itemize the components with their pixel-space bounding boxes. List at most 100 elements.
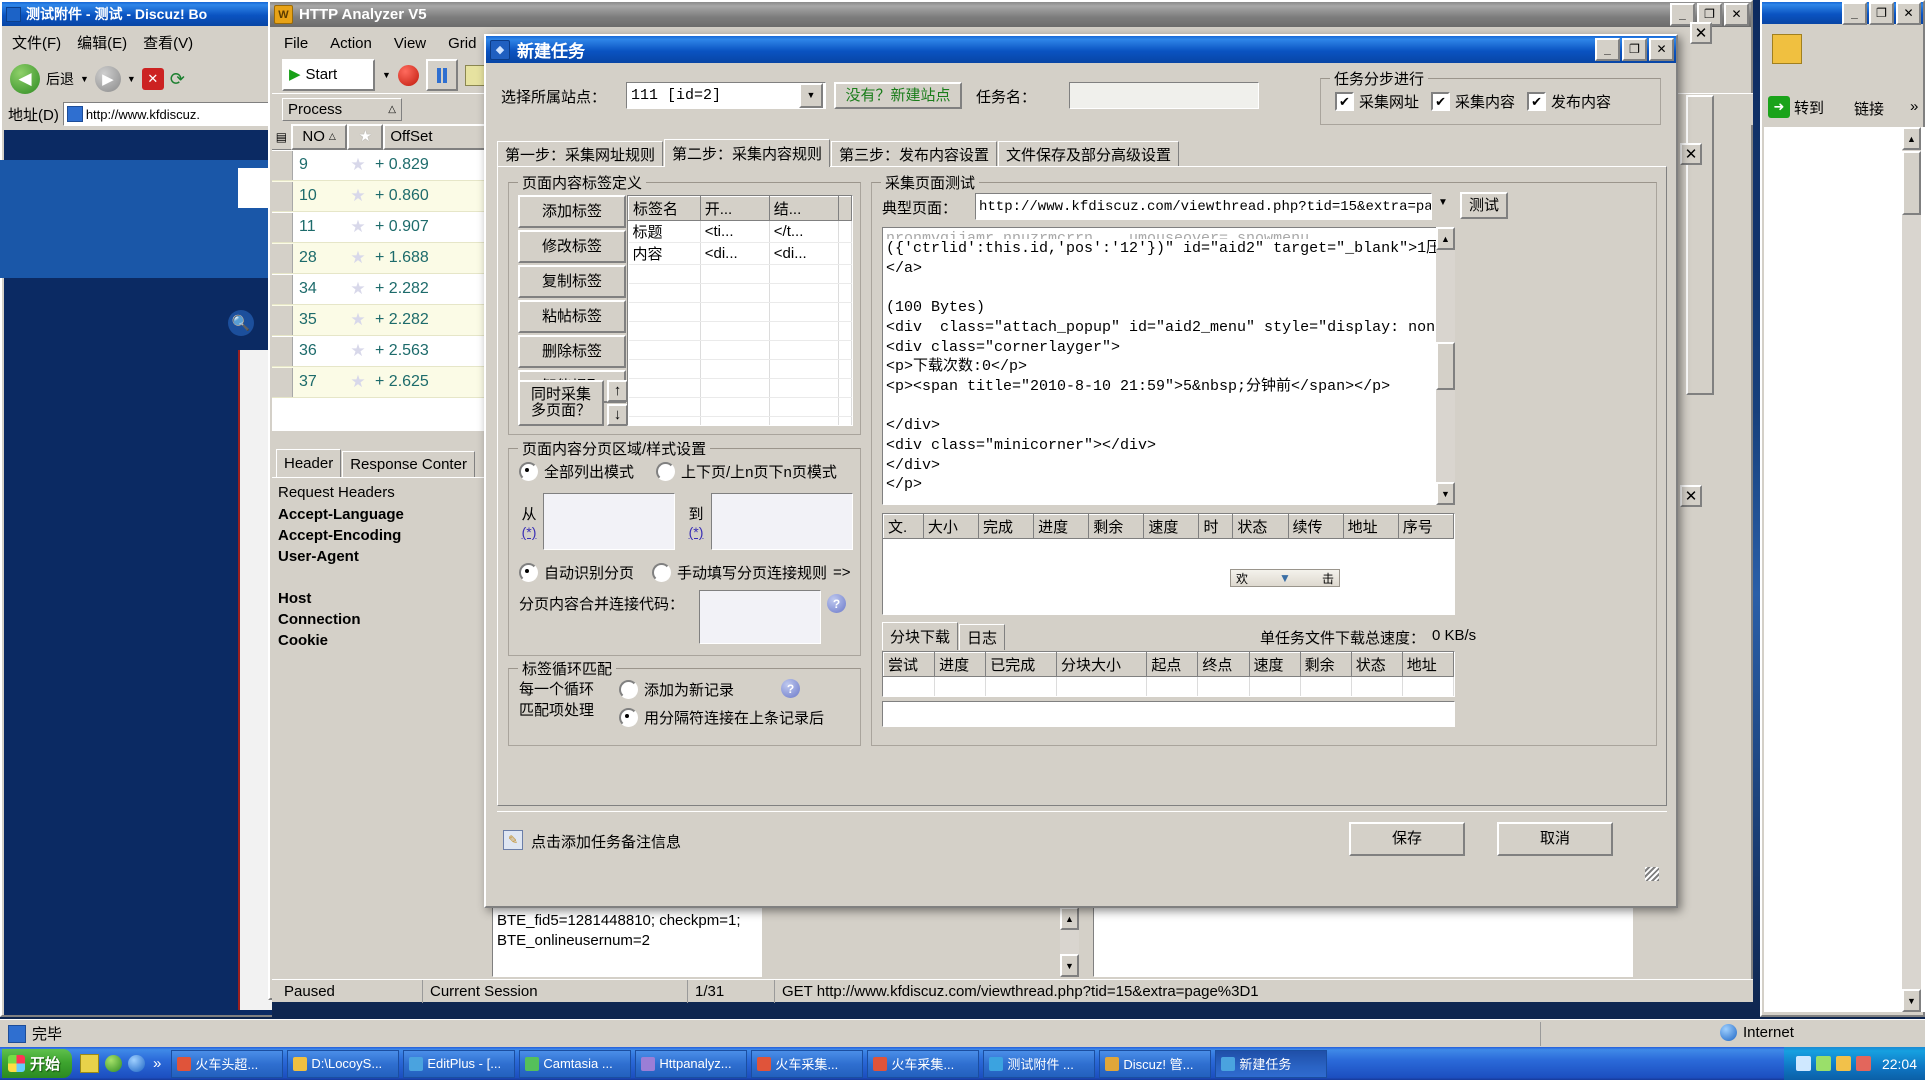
column-header[interactable]: 已完成 xyxy=(985,652,1057,677)
column-header[interactable]: 进度 xyxy=(1033,514,1090,539)
column-header[interactable]: 分块大小 xyxy=(1055,652,1148,677)
pause-button[interactable] xyxy=(425,59,458,91)
start-button[interactable]: ▶ Start xyxy=(282,59,375,91)
radio-join-previous[interactable] xyxy=(619,708,638,727)
grid-menu-icon[interactable]: ▤ xyxy=(272,126,291,148)
tab-step3[interactable]: 第三步：发布内容设置 xyxy=(831,141,998,167)
start-button[interactable]: 开始 xyxy=(2,1049,73,1078)
table-row[interactable]: 37 ★ + 2.625 xyxy=(272,367,490,398)
row-handle[interactable] xyxy=(272,243,293,273)
resize-grip[interactable] xyxy=(1645,867,1659,881)
quicklaunch-icon-3[interactable] xyxy=(128,1055,146,1072)
scroll-up-icon[interactable]: ▲ xyxy=(1436,227,1455,250)
table-row[interactable]: 11 ★ + 0.907 xyxy=(272,212,490,243)
table-row[interactable]: 标题 <ti... </t... xyxy=(628,220,852,243)
tab-chunk-download[interactable]: 分块下载 xyxy=(882,622,959,650)
back-label[interactable]: 后退 xyxy=(46,69,74,89)
row-handle[interactable] xyxy=(272,274,293,304)
taskbar-button[interactable]: D:\LocoyS... xyxy=(287,1049,400,1078)
tray-clock[interactable]: 22:04 xyxy=(1882,1056,1917,1072)
bgwin-toolbar-icon[interactable] xyxy=(1772,34,1802,64)
stop-icon[interactable]: ✕ xyxy=(141,68,164,90)
star-icon[interactable]: ★ xyxy=(341,155,375,175)
taskbar-button[interactable]: 火车头超... xyxy=(171,1049,284,1078)
note-label[interactable]: 点击添加任务备注信息 xyxy=(531,831,681,852)
test-button[interactable]: 测试 xyxy=(1460,192,1508,219)
dialog-maximize-button[interactable]: ❐ xyxy=(1622,38,1647,61)
table-row[interactable]: 35 ★ + 2.282 xyxy=(272,305,490,336)
table-row[interactable]: 34 ★ + 2.282 xyxy=(272,274,490,305)
save-session-icon[interactable] xyxy=(464,64,486,86)
scroll-down-icon[interactable]: ▼ xyxy=(1060,954,1079,977)
save-button[interactable]: 保存 xyxy=(1349,822,1465,856)
column-header[interactable]: 地址 xyxy=(1342,514,1399,539)
table-row[interactable]: 36 ★ + 2.563 xyxy=(272,336,490,367)
column-header[interactable]: 大小 xyxy=(922,514,979,539)
column-header[interactable]: 剩余 xyxy=(1088,514,1145,539)
star-icon[interactable]: ★ xyxy=(341,372,375,392)
taskbar-button[interactable]: 火车采集... xyxy=(867,1049,980,1078)
taskbar-button[interactable]: Camtasia ... xyxy=(519,1049,632,1078)
bgwin-links-more[interactable]: » xyxy=(1910,98,1918,115)
quicklaunch-more-icon[interactable]: » xyxy=(153,1055,161,1072)
bgwin-links-label[interactable]: 链接 xyxy=(1854,98,1884,119)
taskbar-button[interactable]: EditPlus - [... xyxy=(403,1049,516,1078)
menu-file[interactable]: 文件(F) xyxy=(12,32,61,53)
table-row[interactable]: 28 ★ + 1.688 xyxy=(272,243,490,274)
star-icon[interactable]: ★ xyxy=(341,341,375,361)
stray-close-c[interactable]: ✕ xyxy=(1690,22,1712,44)
new-site-button[interactable]: 没有？新建站点 xyxy=(834,82,962,109)
chevron-down-icon[interactable]: ▼ xyxy=(1438,197,1448,208)
cancel-button[interactable]: 取消 xyxy=(1497,822,1613,856)
address-input[interactable]: http://www.kfdiscuz. xyxy=(86,107,200,122)
stray-close-a[interactable]: ✕ xyxy=(1680,143,1702,165)
analyzer-menu-action[interactable]: Action xyxy=(330,35,372,52)
checkbox-icon[interactable]: ✔ xyxy=(1335,92,1354,111)
column-header[interactable]: 起点 xyxy=(1146,652,1199,677)
tray-icon-volume[interactable] xyxy=(1795,1056,1811,1071)
from-input[interactable] xyxy=(543,493,675,550)
radio-auto-detect[interactable] xyxy=(519,563,538,582)
radio-manual-rule[interactable] xyxy=(652,563,672,582)
step-checkbox-2[interactable]: ✔ 采集内容 xyxy=(1431,91,1515,112)
analyzer-menu-grid[interactable]: Grid xyxy=(448,35,476,52)
bgwin-close-button[interactable]: ✕ xyxy=(1896,1,1921,25)
forward-dropdown-icon[interactable]: ▼ xyxy=(127,74,136,84)
site-select-dropdown[interactable]: 111 [id=2] ▼ xyxy=(626,82,826,109)
tag-button-1[interactable]: 添加标签 xyxy=(518,195,626,228)
tag-button-3[interactable]: 复制标签 xyxy=(518,265,626,298)
forward-icon[interactable]: ▶ xyxy=(94,66,121,92)
task-name-input[interactable] xyxy=(1069,82,1259,109)
column-header[interactable]: 完成 xyxy=(977,514,1035,539)
checkbox-icon[interactable]: ✔ xyxy=(1431,92,1451,111)
back-dropdown-icon[interactable]: ▼ xyxy=(80,74,89,84)
cookie-scrollbar[interactable]: ▲ ▼ xyxy=(1060,907,1079,977)
step-checkbox-1[interactable]: ✔ 采集网址 xyxy=(1335,91,1419,112)
dialog-titlebar[interactable]: ◆ 新建任务 _ ❐ ✕ xyxy=(486,36,1676,63)
star-icon[interactable]: ★ xyxy=(341,217,375,237)
request-header-item[interactable]: Connection xyxy=(278,609,490,630)
move-down-button[interactable]: ↓ xyxy=(607,404,628,426)
column-header[interactable]: 开... xyxy=(699,196,770,221)
bgwin-go-button[interactable]: ➜ 转到 xyxy=(1768,94,1842,120)
from-wildcard-icon[interactable]: (*) xyxy=(522,524,537,540)
row-handle[interactable] xyxy=(272,367,293,397)
tab-response-content[interactable]: Response Conter xyxy=(342,451,475,477)
quicklaunch-icon-1[interactable] xyxy=(80,1054,100,1073)
checkbox-icon[interactable]: ✔ xyxy=(1527,92,1547,111)
grid-col-star[interactable]: ★ xyxy=(347,124,384,150)
merge-code-input[interactable] xyxy=(699,590,821,644)
tab-step1[interactable]: 第一步：采集网址规则 xyxy=(497,141,664,167)
request-header-item[interactable]: User-Agent xyxy=(278,546,490,567)
scroll-down-icon[interactable]: ▼ xyxy=(1902,989,1921,1012)
tag-button-2[interactable]: 修改标签 xyxy=(518,230,626,263)
analyzer-menu-file[interactable]: File xyxy=(284,35,308,52)
chevron-down-icon[interactable]: ▼ xyxy=(799,83,823,108)
ime-language-bar[interactable]: 欢 ▼ 击 xyxy=(1230,569,1340,587)
table-row[interactable]: 10 ★ + 0.860 xyxy=(272,181,490,212)
to-input[interactable] xyxy=(711,493,853,550)
stray-close-b[interactable]: ✕ xyxy=(1680,485,1702,507)
request-header-item[interactable]: Accept-Language xyxy=(278,504,490,525)
column-header[interactable]: 地址 xyxy=(1401,652,1454,677)
dialog-close-button[interactable]: ✕ xyxy=(1649,38,1674,61)
